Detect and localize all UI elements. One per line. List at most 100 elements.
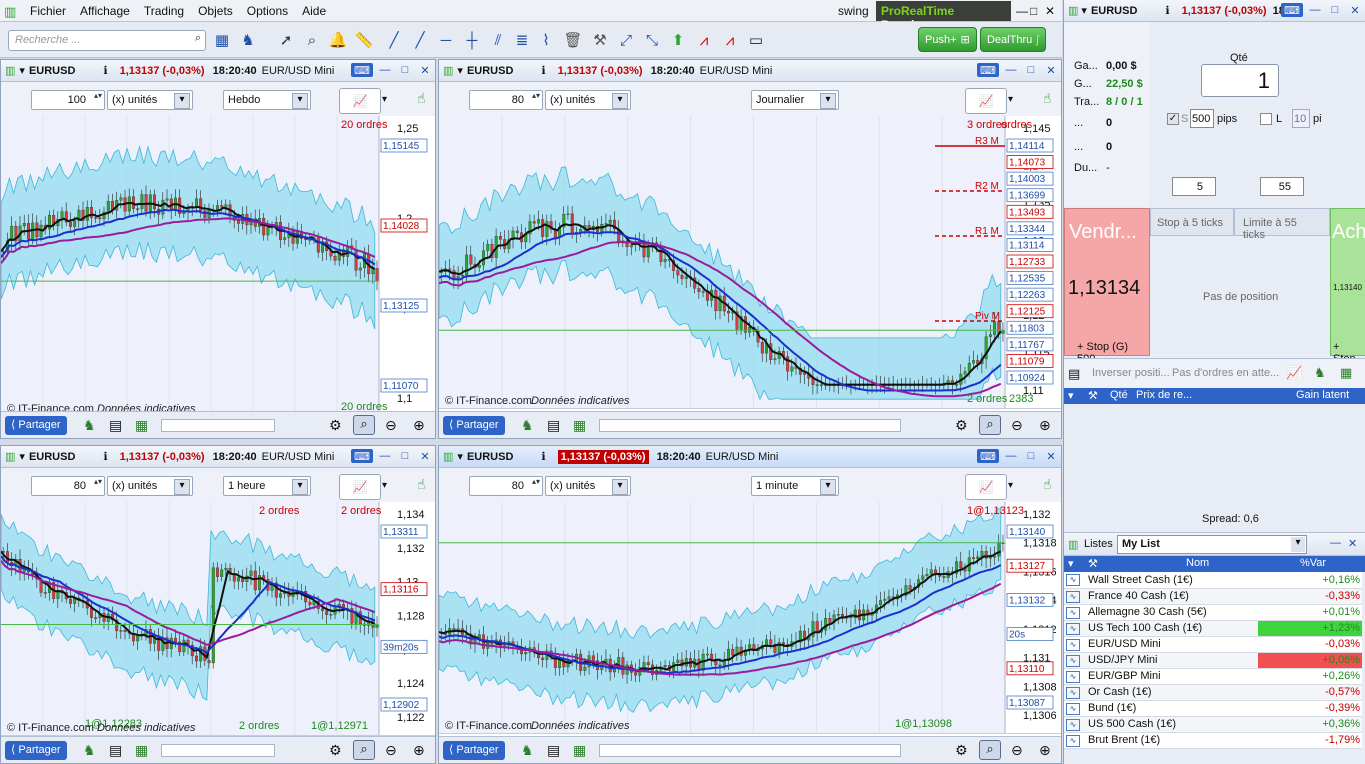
positions-icon[interactable]: ▤ bbox=[1068, 366, 1080, 382]
list-tool-icon[interactable]: ▤ bbox=[547, 417, 560, 434]
period-select[interactable]: 1 minute bbox=[751, 476, 839, 496]
up-arrow-icon[interactable]: ⬆ bbox=[668, 30, 688, 50]
minimize-icon[interactable]: — bbox=[1016, 4, 1028, 18]
menu-objets[interactable]: Objets bbox=[191, 4, 240, 18]
vertical-line-icon[interactable]: ┼ bbox=[462, 30, 482, 50]
ticket-menu-icon[interactable]: ▾ bbox=[1081, 4, 1087, 17]
zoom-in-icon[interactable]: ⊕ bbox=[413, 742, 425, 759]
list-item[interactable]: ∿ Wall Street Cash (1€) +0,16% bbox=[1064, 572, 1362, 589]
auto-zoom-icon[interactable]: ⌕ bbox=[979, 415, 1001, 435]
grid-small-icon[interactable]: ▦ bbox=[1340, 365, 1352, 381]
limit-checkbox[interactable] bbox=[1260, 113, 1272, 125]
list-item[interactable]: ∿ France 40 Cash (1€) -0,33% bbox=[1064, 588, 1362, 605]
info-icon[interactable]: ℹ bbox=[103, 64, 107, 77]
info-icon[interactable]: ℹ bbox=[541, 64, 545, 77]
menu-trading[interactable]: Trading bbox=[137, 4, 191, 18]
stop-ticks-spinner[interactable]: 5 bbox=[1172, 177, 1216, 196]
panel-maximize-icon[interactable]: □ bbox=[397, 449, 413, 463]
ticket-minimize-icon[interactable]: — bbox=[1307, 3, 1323, 17]
price-chart[interactable]: 1,251,21,151,11,151451,140281,131251,110… bbox=[1, 116, 435, 416]
trendline-icon[interactable]: ╱ bbox=[384, 30, 404, 50]
list-item[interactable]: ∿ Brut Brent (1€) -1,79% bbox=[1064, 732, 1362, 749]
panel-minimize-icon[interactable]: — bbox=[377, 449, 393, 463]
ray-icon[interactable]: ╱ bbox=[410, 30, 430, 50]
share-button[interactable]: ⟨ Partager bbox=[443, 416, 505, 435]
symbol-menu-icon[interactable]: ▾ bbox=[457, 450, 463, 463]
stop-checkbox[interactable]: ✓ bbox=[1167, 113, 1179, 125]
settings-tool-icon[interactable]: ⚙ bbox=[955, 742, 968, 759]
chart-symbol[interactable]: EURUSD bbox=[467, 451, 513, 463]
trash-icon[interactable]: 🗑 bbox=[563, 30, 583, 50]
menu-affichage[interactable]: Affichage bbox=[73, 4, 137, 18]
units-spinner[interactable]: 100 bbox=[31, 90, 105, 110]
add-indicator-button[interactable]: 📈 bbox=[339, 474, 381, 500]
close-icon[interactable]: ✕ bbox=[1045, 4, 1055, 18]
symbol-menu-icon[interactable]: ▾ bbox=[457, 64, 463, 77]
period-select[interactable]: 1 heure bbox=[223, 476, 311, 496]
panel-close-icon[interactable]: ✕ bbox=[417, 449, 433, 463]
stop-pips-input[interactable]: 500 bbox=[1190, 109, 1214, 128]
list-item[interactable]: ∿ EUR/USD Mini -0,03% bbox=[1064, 636, 1362, 653]
indicator-small-icon[interactable]: ♞ bbox=[1314, 365, 1326, 381]
units-select[interactable]: (x) unités bbox=[545, 476, 631, 496]
pattern2-icon[interactable]: ⩘ bbox=[720, 30, 740, 50]
maximize-icon[interactable]: □ bbox=[1030, 4, 1037, 18]
panel-close-icon[interactable]: ✕ bbox=[1043, 63, 1059, 77]
order-hand-icon[interactable]: ☝ bbox=[417, 476, 426, 493]
share-button[interactable]: ⟨ Partager bbox=[443, 741, 505, 760]
chart-symbol[interactable]: EURUSD bbox=[29, 451, 75, 463]
units-spinner[interactable]: 80 bbox=[469, 90, 543, 110]
settings-tool-icon[interactable]: ⚙ bbox=[329, 417, 342, 434]
zoom-in-icon[interactable]: ⊕ bbox=[1039, 417, 1051, 434]
positions-wrench-icon[interactable]: ⚒ bbox=[1088, 389, 1098, 402]
list-select[interactable]: My List ▾ bbox=[1117, 535, 1307, 554]
info-icon[interactable]: ℹ bbox=[541, 450, 545, 463]
screener-icon[interactable]: ▦ bbox=[212, 30, 232, 50]
pointer-icon[interactable]: ➚ bbox=[276, 30, 296, 50]
period-select[interactable]: Journalier bbox=[751, 90, 839, 110]
indicator-icon[interactable]: ♞ bbox=[238, 30, 258, 50]
price-chart[interactable]: 1,1451,141,1351,131,1251,121,1151,111,14… bbox=[439, 116, 1061, 408]
horizontal-line-icon[interactable]: ─ bbox=[436, 30, 456, 50]
add-indicator-button[interactable]: 📈 bbox=[339, 88, 381, 114]
workspace-name[interactable]: swing bbox=[838, 4, 869, 18]
limit-ticks-tab[interactable]: Limite à 55 ticks bbox=[1234, 208, 1330, 241]
zoom-icon[interactable]: ⌕ bbox=[302, 30, 322, 50]
wave-icon[interactable]: ⌇ bbox=[536, 30, 556, 50]
limit-pips-input[interactable]: 10 bbox=[1292, 109, 1310, 128]
symbol-menu-icon[interactable]: ▾ bbox=[19, 64, 25, 77]
grid-tool-icon[interactable]: ▦ bbox=[573, 742, 586, 759]
buy-button[interactable]: Ach 1,13140 + Stop bbox=[1330, 208, 1365, 365]
chart-small-icon[interactable]: 📈 bbox=[1286, 365, 1302, 381]
list-item[interactable]: ∿ USD/JPY Mini +0,06% bbox=[1064, 652, 1362, 669]
menu-options[interactable]: Options bbox=[240, 4, 295, 18]
stop-ticks-tab[interactable]: Stop à 5 ticks bbox=[1150, 208, 1234, 236]
list-item[interactable]: ∿ Allemagne 30 Cash (5€) +0,01% bbox=[1064, 604, 1362, 621]
channel-icon[interactable]: ⫽ bbox=[488, 30, 508, 50]
panel-maximize-icon[interactable]: □ bbox=[1023, 449, 1039, 463]
push-button[interactable]: Push+ ⊞ bbox=[918, 27, 977, 52]
units-spinner[interactable]: 80 bbox=[469, 476, 543, 496]
lists-wrench-icon[interactable]: ⚒ bbox=[1088, 557, 1098, 570]
share-button[interactable]: ⟨ Partager bbox=[5, 741, 67, 760]
qty-input[interactable]: 1 bbox=[1201, 64, 1279, 97]
units-select[interactable]: (x) unités bbox=[107, 476, 193, 496]
panel-minimize-icon[interactable]: — bbox=[1003, 449, 1019, 463]
order-hand-icon[interactable]: ☝ bbox=[417, 90, 426, 107]
order-hand-icon[interactable]: ☝ bbox=[1043, 90, 1052, 107]
units-spinner[interactable]: 80 bbox=[31, 476, 105, 496]
order-hand-icon[interactable]: ☝ bbox=[1043, 476, 1052, 493]
panel-minimize-icon[interactable]: — bbox=[377, 63, 393, 77]
price-chart[interactable]: 1,1321,13181,13161,13141,13121,1311,1308… bbox=[439, 502, 1061, 733]
chart-symbol[interactable]: EURUSD bbox=[29, 65, 75, 77]
list-tool-icon[interactable]: ▤ bbox=[109, 742, 122, 759]
indicator-menu-icon[interactable]: ▾ bbox=[382, 94, 387, 105]
zoom-out-icon[interactable]: ⊖ bbox=[1011, 417, 1023, 434]
menu-aide[interactable]: Aide bbox=[295, 4, 333, 18]
zoom-out-icon[interactable]: ⊖ bbox=[385, 417, 397, 434]
chart-symbol[interactable]: EURUSD bbox=[467, 65, 513, 77]
dealthru-button[interactable]: DealThru ʃ bbox=[980, 27, 1046, 52]
grid-tool-icon[interactable]: ▦ bbox=[135, 742, 148, 759]
menu-fichier[interactable]: Fichier bbox=[23, 4, 73, 18]
list-item[interactable]: ∿ US 500 Cash (1€) +0,36% bbox=[1064, 716, 1362, 733]
